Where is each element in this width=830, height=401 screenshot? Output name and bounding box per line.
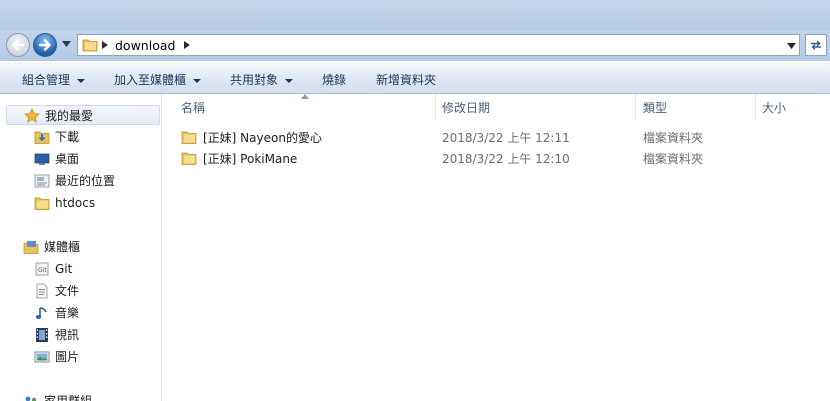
nav-item-git[interactable]: Git Git xyxy=(34,259,154,279)
file-date-modified: 2018/3/22 上午 12:11 xyxy=(442,131,570,145)
nav-item-label: htdocs xyxy=(55,196,96,210)
breadcrumb-chevron-right-icon[interactable] xyxy=(102,41,108,49)
navigation-pane: 我的最愛 下載 桌面 最近的位置 htdocs 媒體櫃 Git Git 文件 音… xyxy=(0,94,162,401)
desktop-icon xyxy=(34,153,50,165)
folder-icon xyxy=(34,197,50,210)
column-divider[interactable] xyxy=(435,94,436,120)
nav-favorites-label: 我的最愛 xyxy=(45,109,94,123)
file-date-modified: 2018/3/22 上午 12:10 xyxy=(442,152,570,166)
nav-item-label: 視訊 xyxy=(55,328,80,342)
share-with-menu-button[interactable]: 共用對象 xyxy=(230,71,294,88)
nav-item-documents[interactable]: 文件 xyxy=(34,281,154,301)
nav-item-label: 圖片 xyxy=(55,350,80,364)
file-row[interactable]: [正妹] Nayeon的愛心 2018/3/22 上午 12:11 檔案資料夾 xyxy=(181,127,821,147)
recent-places-icon xyxy=(34,174,50,188)
new-folder-label: 新增資料夾 xyxy=(376,73,437,87)
back-arrow-icon xyxy=(12,39,25,51)
chevron-down-icon xyxy=(285,78,294,83)
nav-item-label: 下載 xyxy=(55,130,80,144)
forward-arrow-icon xyxy=(38,39,51,51)
address-bar[interactable]: download xyxy=(77,34,800,56)
libraries-icon xyxy=(23,241,39,254)
chevron-down-icon xyxy=(193,78,202,83)
forward-button[interactable] xyxy=(33,33,57,57)
column-header-date-modified[interactable]: 修改日期 xyxy=(442,99,490,116)
nav-item-recent-places[interactable]: 最近的位置 xyxy=(34,171,154,191)
nav-item-label: Git xyxy=(55,262,73,276)
address-history-chevron-down-icon[interactable] xyxy=(787,43,796,49)
nav-homegroup-label: 家用群組 xyxy=(44,394,93,401)
breadcrumb-download[interactable]: download xyxy=(115,38,175,53)
add-to-library-label: 加入至媒體櫃 xyxy=(114,73,187,87)
folder-icon xyxy=(82,39,98,52)
nav-item-label: 音樂 xyxy=(55,306,80,320)
nav-item-label: 桌面 xyxy=(55,152,80,166)
nav-item-desktop[interactable]: 桌面 xyxy=(34,149,154,169)
sort-ascending-chevron-up-icon xyxy=(301,94,309,99)
add-to-library-menu-button[interactable]: 加入至媒體櫃 xyxy=(114,71,202,88)
recent-pages-chevron-down-icon[interactable] xyxy=(62,41,71,47)
pictures-icon xyxy=(34,351,50,363)
file-list-pane: 名稱 修改日期 類型 大小 [正妹] Nayeon的愛心 2018/3/22 上… xyxy=(163,94,830,401)
navigation-bar: download xyxy=(0,30,830,61)
organize-menu-button[interactable]: 組合管理 xyxy=(22,71,86,88)
nav-item-label: 文件 xyxy=(55,284,80,298)
breadcrumb-chevron-right-icon[interactable] xyxy=(184,41,190,49)
refresh-button[interactable] xyxy=(805,34,827,56)
column-header-type[interactable]: 類型 xyxy=(643,99,667,116)
burn-label: 燒錄 xyxy=(322,73,347,87)
file-name: [正妹] PokiMane xyxy=(203,152,298,166)
git-library-icon: Git xyxy=(35,262,49,276)
command-toolbar: 組合管理 加入至媒體櫃 共用對象 燒錄 新增資料夾 xyxy=(0,63,830,94)
nav-item-pictures[interactable]: 圖片 xyxy=(34,347,154,367)
nav-item-music[interactable]: 音樂 xyxy=(34,303,154,323)
downloads-folder-icon xyxy=(34,131,50,144)
star-icon xyxy=(24,108,40,123)
nav-libraries-label: 媒體櫃 xyxy=(44,240,81,254)
nav-item-htdocs[interactable]: htdocs xyxy=(34,193,154,213)
music-icon xyxy=(35,307,47,319)
documents-icon xyxy=(36,283,48,299)
homegroup-icon xyxy=(25,396,37,401)
file-name: [正妹] Nayeon的愛心 xyxy=(203,131,322,145)
nav-item-downloads[interactable]: 下載 xyxy=(34,127,154,147)
nav-favorites[interactable]: 我的最愛 xyxy=(6,105,160,125)
nav-homegroup[interactable]: 家用群組 xyxy=(23,391,153,401)
file-row[interactable]: [正妹] PokiMane 2018/3/22 上午 12:10 檔案資料夾 xyxy=(181,148,821,168)
column-header-size[interactable]: 大小 xyxy=(762,99,786,116)
back-button[interactable] xyxy=(6,33,30,57)
chevron-down-icon xyxy=(77,78,86,83)
burn-button[interactable]: 燒錄 xyxy=(322,71,346,88)
nav-libraries[interactable]: 媒體櫃 xyxy=(23,237,153,257)
new-folder-button[interactable]: 新增資料夾 xyxy=(376,71,436,88)
folder-icon xyxy=(181,131,197,144)
column-divider[interactable] xyxy=(635,94,636,120)
column-header-name[interactable]: 名稱 xyxy=(181,99,205,116)
share-with-label: 共用對象 xyxy=(230,73,279,87)
nav-item-videos[interactable]: 視訊 xyxy=(34,325,154,345)
file-type: 檔案資料夾 xyxy=(643,152,704,166)
folder-icon xyxy=(181,152,197,165)
videos-icon xyxy=(36,328,48,342)
svg-text:Git: Git xyxy=(38,267,47,274)
window-title-bar[interactable] xyxy=(0,0,830,30)
organize-label: 組合管理 xyxy=(22,73,71,87)
refresh-icon xyxy=(811,40,821,50)
file-type: 檔案資料夾 xyxy=(643,131,704,145)
column-divider[interactable] xyxy=(755,94,756,120)
nav-item-label: 最近的位置 xyxy=(55,174,116,188)
